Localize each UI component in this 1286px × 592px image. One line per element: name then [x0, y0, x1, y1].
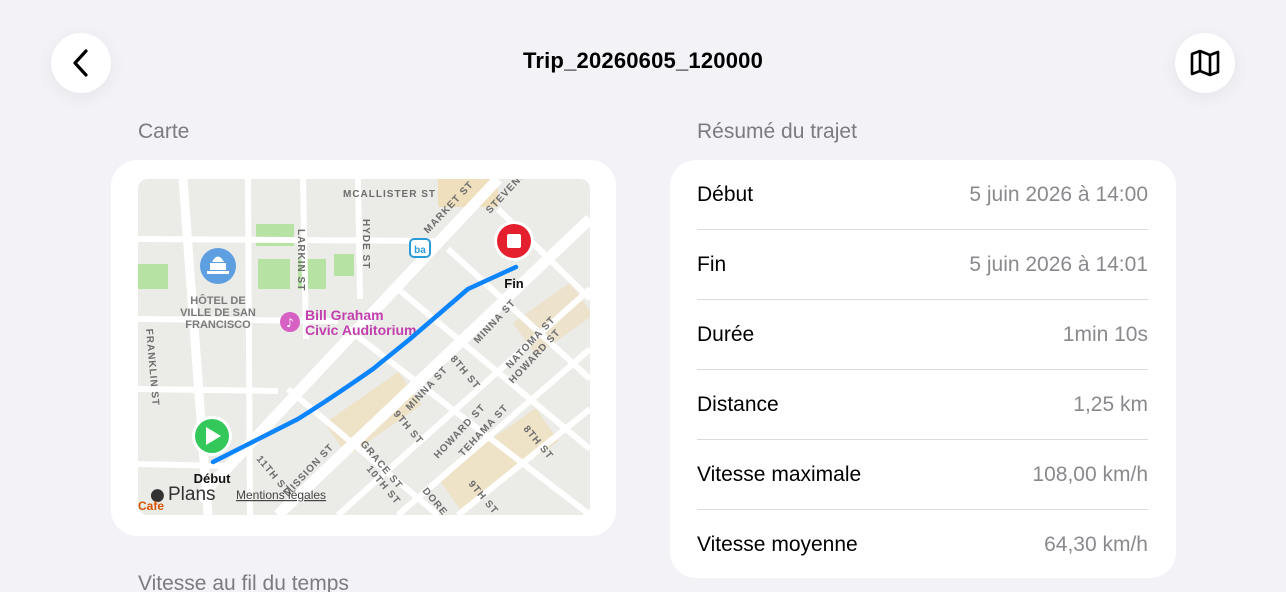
summary-value: 1,25 km [1073, 392, 1148, 416]
map-icon [1190, 49, 1220, 77]
summary-value: 108,00 km/h [1032, 462, 1148, 486]
map-canvas: HÔTEL DE VILLE DE SAN FRANCISCO ♪ Bill G… [138, 179, 590, 515]
summary-value: 5 juin 2026 à 14:01 [969, 252, 1148, 276]
speed-chart-section-label: Vitesse au fil du temps [138, 572, 349, 592]
cafe-label: Cafe [138, 499, 164, 513]
map-card: HÔTEL DE VILLE DE SAN FRANCISCO ♪ Bill G… [111, 160, 616, 536]
city-hall-label-2: VILLE DE SAN [180, 307, 256, 319]
summary-row-end: Fin 5 juin 2026 à 14:01 [697, 230, 1148, 300]
summary-row-distance: Distance 1,25 km [697, 370, 1148, 440]
auditorium-label-2: Civic Auditorium [305, 322, 417, 338]
city-hall-label-3: FRANCISCO [185, 319, 251, 331]
summary-label: Vitesse maximale [697, 462, 862, 486]
legal-link[interactable]: Mentions légales [236, 488, 326, 502]
summary-row-avg-speed: Vitesse moyenne 64,30 km/h [697, 510, 1148, 580]
svg-text:ba: ba [414, 245, 426, 256]
city-hall-label-1: HÔTEL DE [190, 294, 245, 307]
maps-brand-label: Plans [168, 484, 216, 505]
summary-label: Durée [697, 322, 755, 346]
map-button[interactable] [1175, 33, 1235, 93]
trip-summary-card: Début 5 juin 2026 à 14:00 Fin 5 juin 202… [670, 160, 1176, 578]
auditorium-label-1: Bill Graham [305, 307, 384, 323]
summary-row-duration: Durée 1min 10s [697, 300, 1148, 370]
map-view[interactable]: HÔTEL DE VILLE DE SAN FRANCISCO ♪ Bill G… [138, 179, 590, 515]
summary-label: Fin [697, 252, 727, 276]
summary-value: 5 juin 2026 à 14:00 [969, 182, 1148, 206]
summary-value: 64,30 km/h [1044, 533, 1148, 556]
street-label-larkin: LARKIN ST [295, 229, 306, 291]
street-label-hyde: HYDE ST [360, 219, 371, 269]
summary-row-max-speed: Vitesse maximale 108,00 km/h [697, 440, 1148, 510]
summary-label: Vitesse moyenne [697, 533, 858, 556]
page-title: Trip_20260605_120000 [522, 48, 764, 73]
street-label-mcallister: MCALLISTER ST [343, 189, 436, 200]
summary-value: 1min 10s [1062, 322, 1148, 346]
end-label: Fin [504, 276, 524, 291]
summary-row-start: Début 5 juin 2026 à 14:00 [697, 160, 1148, 230]
summary-label: Distance [697, 392, 779, 416]
svg-text:♪: ♪ [286, 316, 294, 330]
map-section-label: Carte [138, 120, 190, 143]
summary-label: Début [697, 182, 754, 206]
summary-section-label: Résumé du trajet [697, 120, 857, 143]
